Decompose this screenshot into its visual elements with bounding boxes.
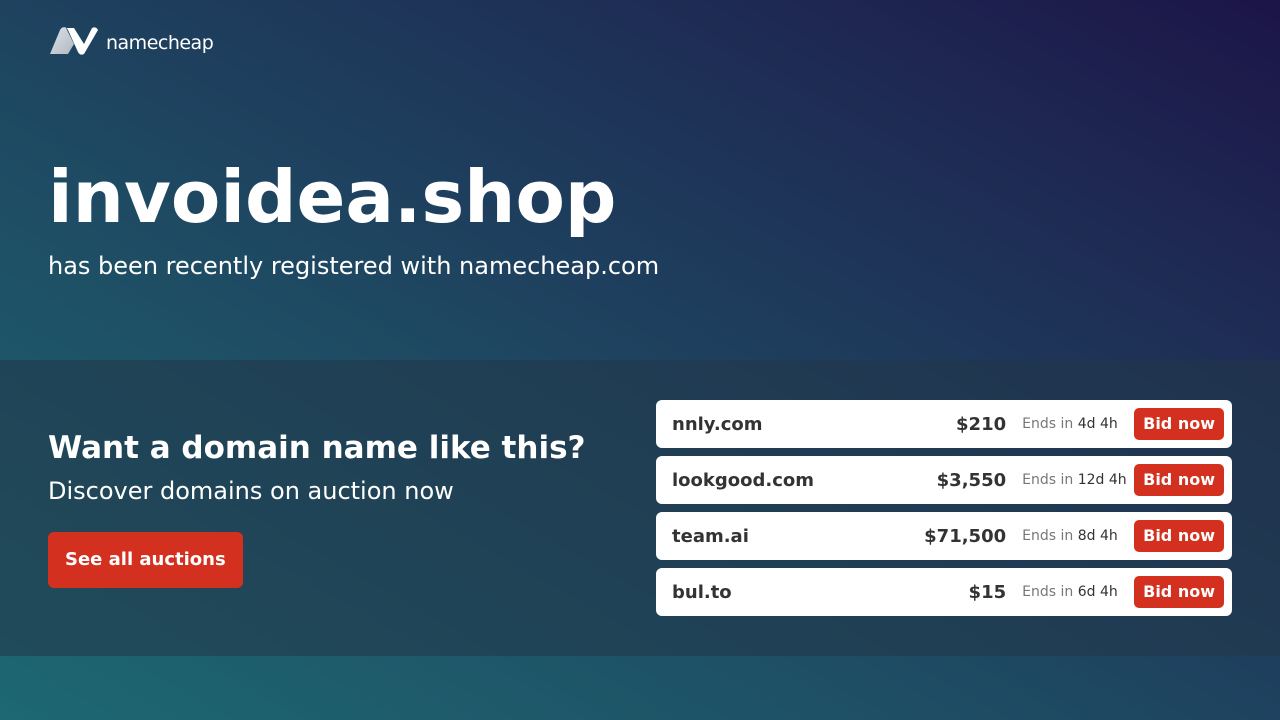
- auction-ends: Ends in 12d 4h: [1022, 472, 1134, 488]
- auction-domain-name[interactable]: lookgood.com: [672, 470, 937, 491]
- auction-price: $3,550: [936, 469, 1007, 491]
- ends-value: 4d 4h: [1077, 416, 1118, 432]
- ends-value: 12d 4h: [1077, 472, 1127, 488]
- promo-block: Want a domain name like this? Discover d…: [48, 430, 586, 588]
- ends-value: 6d 4h: [1077, 584, 1118, 600]
- auction-domain-name[interactable]: nnly.com: [672, 414, 956, 435]
- bid-now-button[interactable]: Bid now: [1134, 464, 1224, 496]
- ends-label: Ends in: [1022, 584, 1074, 600]
- hero-section: invoidea.shop has been recently register…: [48, 155, 659, 281]
- bid-now-button[interactable]: Bid now: [1134, 408, 1224, 440]
- auction-list: nnly.com $210 Ends in 4d 4h Bid now look…: [656, 400, 1232, 624]
- hero-subtitle: has been recently registered with namech…: [48, 252, 660, 280]
- promo-subheading: Discover domains on auction now: [48, 477, 454, 505]
- namecheap-n-icon: [50, 27, 98, 55]
- see-all-auctions-button[interactable]: See all auctions: [48, 532, 243, 588]
- auction-domain-name[interactable]: team.ai: [672, 526, 924, 547]
- auction-row: lookgood.com $3,550 Ends in 12d 4h Bid n…: [656, 456, 1232, 504]
- ends-label: Ends in: [1022, 416, 1074, 432]
- brand-name: namecheap: [106, 32, 214, 54]
- ends-label: Ends in: [1022, 472, 1074, 488]
- auction-ends: Ends in 6d 4h: [1022, 584, 1134, 600]
- auction-ends: Ends in 8d 4h: [1022, 528, 1134, 544]
- auction-domain-name[interactable]: bul.to: [672, 582, 969, 603]
- bid-now-button[interactable]: Bid now: [1134, 520, 1224, 552]
- auction-price: $15: [968, 581, 1007, 603]
- bid-now-button[interactable]: Bid now: [1134, 576, 1224, 608]
- auction-price: $71,500: [924, 525, 1007, 547]
- auction-row: bul.to $15 Ends in 6d 4h Bid now: [656, 568, 1232, 616]
- ends-value: 8d 4h: [1077, 528, 1118, 544]
- auction-price: $210: [956, 413, 1007, 435]
- promo-heading: Want a domain name like this?: [48, 430, 586, 466]
- auction-band: Want a domain name like this? Discover d…: [0, 360, 1280, 656]
- auction-row: nnly.com $210 Ends in 4d 4h Bid now: [656, 400, 1232, 448]
- ends-label: Ends in: [1022, 528, 1074, 544]
- auction-row: team.ai $71,500 Ends in 8d 4h Bid now: [656, 512, 1232, 560]
- auction-ends: Ends in 4d 4h: [1022, 416, 1134, 432]
- brand-logo[interactable]: namecheap: [48, 26, 214, 56]
- page-title: invoidea.shop: [48, 155, 617, 239]
